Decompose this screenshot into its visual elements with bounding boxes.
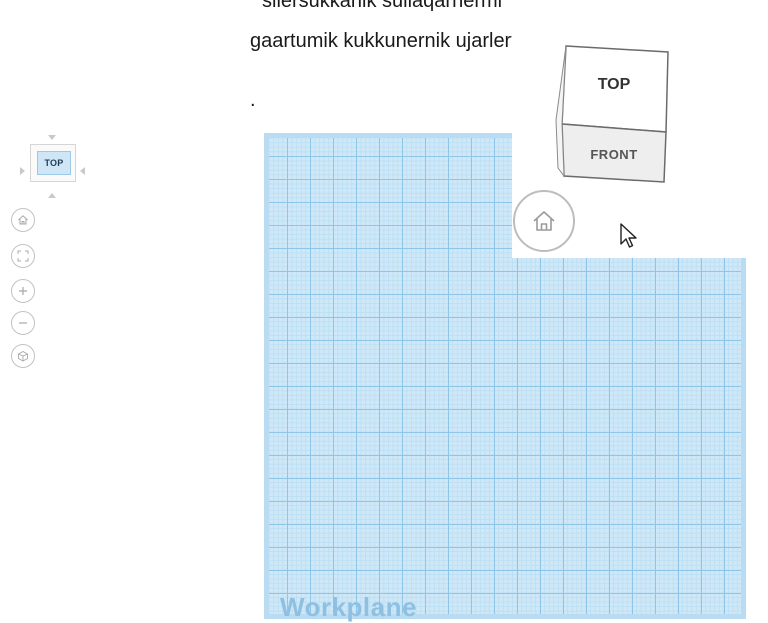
home-view-button-zoomed[interactable] (513, 190, 575, 252)
workplane-label: Workplane (280, 592, 417, 622)
view-cube-mini[interactable]: TOP (30, 144, 76, 182)
plus-icon (19, 287, 27, 295)
rotate-down-arrow[interactable] (48, 193, 56, 198)
perspective-button[interactable] (11, 344, 35, 368)
view-cube-top-face[interactable]: TOP (37, 151, 71, 175)
view-cube-front-label[interactable]: FRONT (554, 147, 674, 162)
doc-line-3: . (250, 89, 256, 111)
zoom-out-button[interactable] (11, 311, 35, 335)
view-cube-top-label[interactable]: TOP (554, 76, 674, 94)
view-cube[interactable]: TOP FRONT (554, 40, 674, 190)
view-cube-zoom-inset: TOP FRONT (512, 0, 768, 258)
view-cube-shape (555, 45, 669, 183)
zoom-in-button[interactable] (11, 279, 35, 303)
fit-to-view-icon (17, 250, 29, 262)
fit-view-button[interactable] (11, 244, 35, 268)
minus-icon (19, 322, 27, 324)
cursor-arrow-icon (620, 223, 637, 248)
view-navigation-panel: TOP (8, 130, 98, 390)
home-icon (533, 211, 555, 231)
perspective-icon (18, 350, 28, 362)
rotate-right-arrow[interactable] (80, 167, 85, 175)
home-view-button[interactable] (11, 208, 35, 232)
home-icon (18, 215, 28, 225)
rotate-left-arrow[interactable] (20, 167, 25, 175)
rotate-up-arrow[interactable] (48, 135, 56, 140)
doc-line-1: siiersukkanik suliaqarnermi (262, 0, 503, 12)
